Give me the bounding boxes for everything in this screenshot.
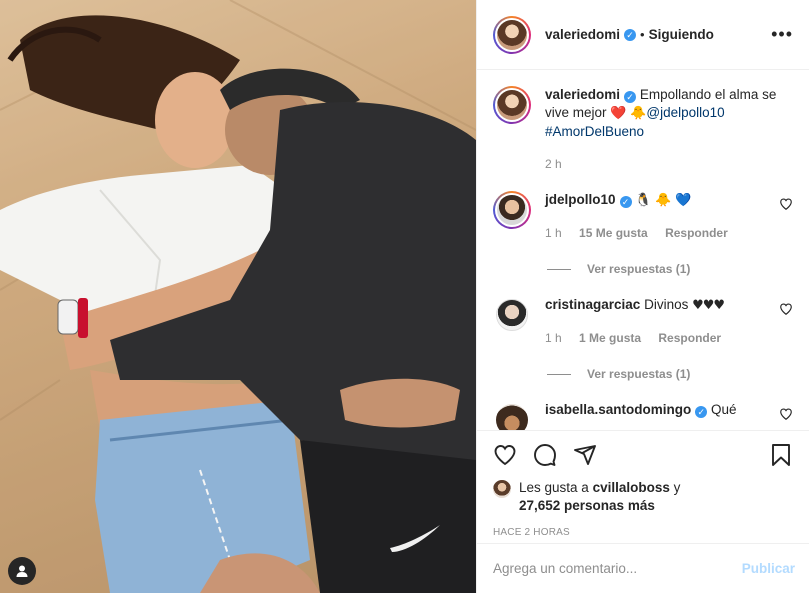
publish-button[interactable]: Publicar bbox=[742, 561, 795, 576]
penguin-emoji: 🐧 bbox=[635, 193, 652, 208]
caption-username[interactable]: valeriedomi bbox=[545, 87, 620, 102]
comment-item: cristinagarciac Divinos ♥♥♥ 1 h 1 Me gus… bbox=[493, 296, 793, 347]
replies-line bbox=[547, 268, 571, 270]
photo-illustration bbox=[0, 0, 476, 593]
blue-heart-emoji: 💙 bbox=[675, 193, 692, 208]
more-options-icon[interactable]: ••• bbox=[771, 24, 793, 45]
comment-body: jdelpollo10 ✓ 🐧 🐥 💙 1 h 15 Me gusta Respo… bbox=[545, 191, 769, 242]
caption-body: valeriedomi ✓ Empollando el alma se vive … bbox=[545, 86, 793, 173]
post-side-panel: valeriedomi ✓ • Siguiendo ••• valeriedom… bbox=[476, 0, 809, 593]
comment-meta: 1 h 15 Me gusta Responder bbox=[545, 224, 769, 242]
action-bar bbox=[493, 431, 793, 479]
bookmark-icon[interactable] bbox=[769, 443, 793, 467]
comment-body: isabella.santodomingo ✓ Qué bbox=[545, 401, 769, 419]
comment-text: Qué bbox=[711, 402, 737, 417]
comment-likes[interactable]: 1 Me gusta bbox=[579, 331, 641, 345]
likes-prefix: Les gusta a bbox=[519, 480, 589, 495]
comments-list[interactable]: valeriedomi ✓ Empollando el alma se vive … bbox=[477, 70, 809, 430]
comment-time: 1 h bbox=[545, 331, 562, 345]
comment-like-heart-icon[interactable] bbox=[779, 407, 793, 421]
comment-meta: 1 h 1 Me gusta Responder bbox=[545, 329, 769, 347]
black-hearts-emoji: ♥♥♥ bbox=[692, 298, 725, 313]
likes-connector: y bbox=[673, 480, 681, 495]
liker-avatar[interactable] bbox=[493, 480, 511, 498]
comment-avatar[interactable] bbox=[493, 191, 531, 229]
comment-username[interactable]: isabella.santodomingo bbox=[545, 402, 691, 417]
share-icon[interactable] bbox=[573, 443, 597, 467]
author-username[interactable]: valeriedomi bbox=[545, 27, 620, 42]
comment-likes[interactable]: 15 Me gusta bbox=[579, 226, 648, 240]
caption-meta: 2 h bbox=[545, 155, 793, 173]
caption-hashtag-link[interactable]: #AmorDelBueno bbox=[545, 124, 644, 139]
liker-username[interactable]: cvillaloboss bbox=[593, 480, 670, 495]
comment-input[interactable] bbox=[493, 561, 742, 576]
verified-badge-icon: ✓ bbox=[624, 28, 637, 41]
add-comment-bar: Publicar bbox=[477, 543, 809, 593]
comment-username[interactable]: cristinagarciac bbox=[545, 297, 640, 312]
separator-dot: • bbox=[640, 27, 645, 42]
heart-icon[interactable] bbox=[493, 443, 517, 467]
replies-line bbox=[547, 373, 571, 375]
likes-count-link[interactable]: 27,652 personas más bbox=[519, 498, 655, 513]
red-heart-emoji: ❤️ bbox=[610, 106, 627, 121]
view-replies-button[interactable]: Ver respuestas (1) bbox=[547, 262, 793, 276]
chick-emoji: 🐥 bbox=[630, 106, 647, 121]
verified-badge-icon: ✓ bbox=[695, 406, 708, 418]
comment-body: cristinagarciac Divinos ♥♥♥ 1 h 1 Me gus… bbox=[545, 296, 769, 347]
reply-button[interactable]: Responder bbox=[665, 226, 728, 240]
post-actions-section: Les gusta a cvillaloboss y 27,652 person… bbox=[477, 430, 809, 543]
comment-icon[interactable] bbox=[533, 443, 557, 467]
instagram-post: valeriedomi ✓ • Siguiendo ••• valeriedom… bbox=[0, 0, 809, 593]
view-replies-button[interactable]: Ver respuestas (1) bbox=[547, 367, 793, 381]
follow-button[interactable]: Siguiendo bbox=[649, 27, 714, 42]
reply-button[interactable]: Responder bbox=[658, 331, 721, 345]
caption-time: 2 h bbox=[545, 157, 562, 171]
comment-username[interactable]: jdelpollo10 bbox=[545, 192, 616, 207]
verified-badge-icon: ✓ bbox=[624, 91, 637, 103]
comment-avatar[interactable] bbox=[496, 299, 528, 331]
caption-avatar[interactable] bbox=[493, 86, 531, 124]
comment-like-heart-icon[interactable] bbox=[779, 197, 793, 211]
post-photo[interactable] bbox=[0, 0, 476, 593]
view-replies-label: Ver respuestas (1) bbox=[587, 262, 691, 276]
author-avatar[interactable] bbox=[493, 15, 531, 54]
comment-avatar[interactable] bbox=[496, 404, 528, 430]
comment-item: jdelpollo10 ✓ 🐧 🐥 💙 1 h 15 Me gusta Respo… bbox=[493, 191, 793, 242]
comment-text: Divinos bbox=[644, 297, 689, 312]
likes-summary: Les gusta a cvillaloboss y 27,652 person… bbox=[493, 479, 793, 515]
chick-emoji: 🐥 bbox=[655, 193, 672, 208]
user-tag-icon[interactable] bbox=[8, 557, 36, 585]
comment-time: 1 h bbox=[545, 226, 562, 240]
verified-badge-icon: ✓ bbox=[619, 196, 632, 208]
likes-text: Les gusta a cvillaloboss y 27,652 person… bbox=[519, 479, 680, 515]
caption-mention-link[interactable]: @jdelpollo10 bbox=[646, 105, 724, 120]
post-timestamp[interactable]: HACE 2 HORAS bbox=[493, 527, 793, 538]
caption: valeriedomi ✓ Empollando el alma se vive … bbox=[493, 86, 793, 173]
post-header: valeriedomi ✓ • Siguiendo ••• bbox=[477, 0, 809, 70]
comment-item: isabella.santodomingo ✓ Qué bbox=[493, 401, 793, 430]
view-replies-label: Ver respuestas (1) bbox=[587, 367, 691, 381]
comment-like-heart-icon[interactable] bbox=[779, 302, 793, 316]
user-tag-glyph bbox=[16, 565, 28, 577]
